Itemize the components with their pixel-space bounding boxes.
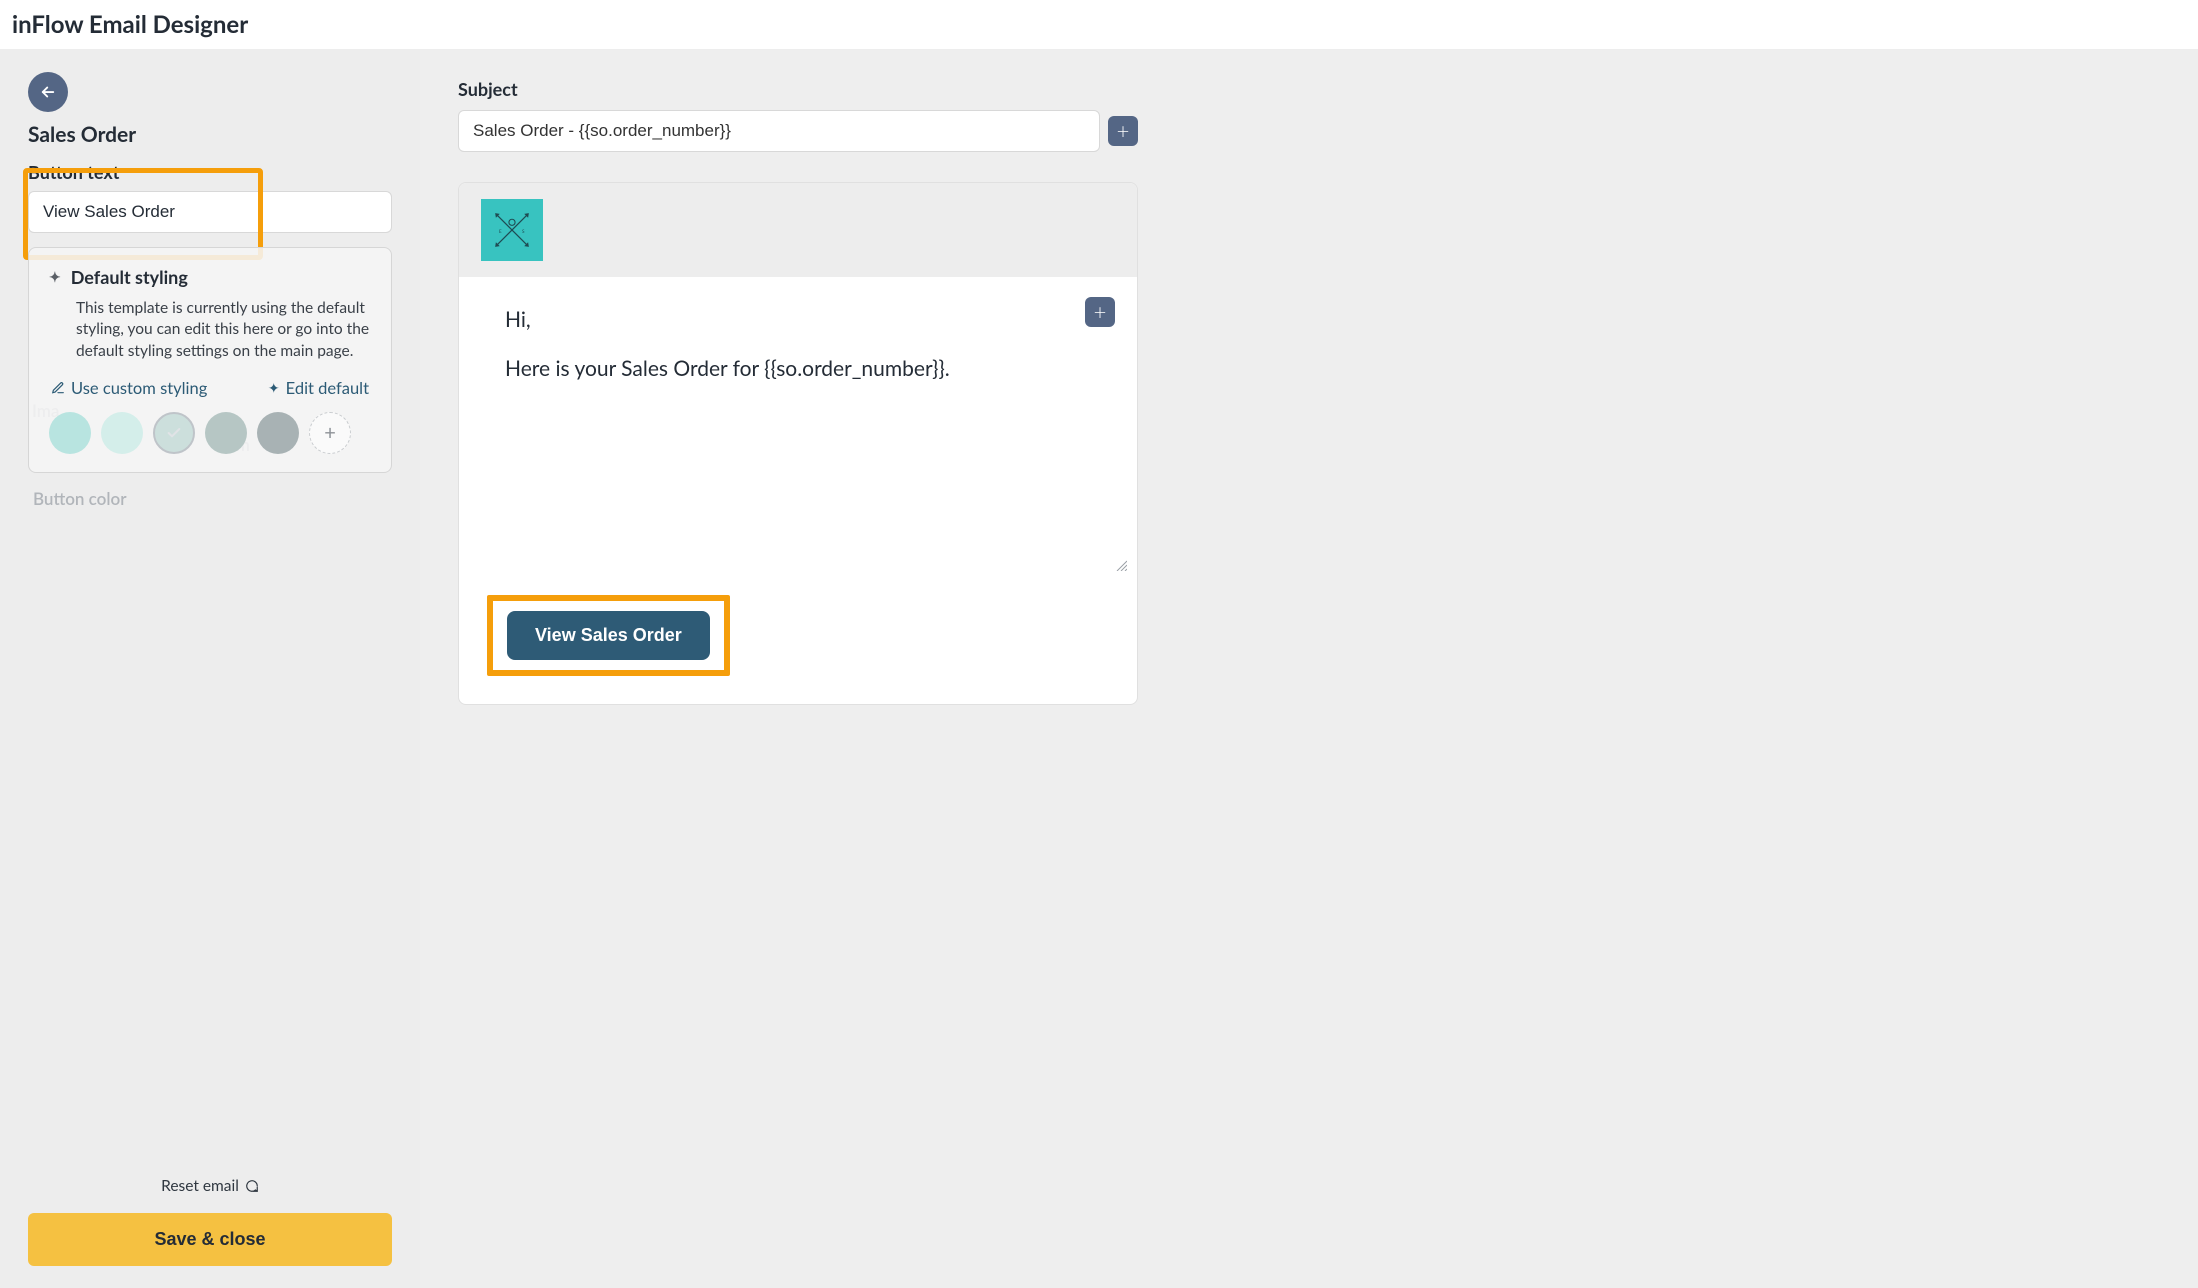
company-logo: E S	[481, 199, 543, 261]
sparkle-icon: ✦	[268, 379, 280, 397]
greeting-text: Hi,	[505, 307, 1091, 332]
subject-label: Subject	[458, 78, 1138, 100]
ghost-label-button-color: Button color	[33, 488, 127, 509]
sidebar-footer: Reset email Save & close	[28, 1177, 392, 1266]
insert-variable-body[interactable]: +	[1085, 297, 1115, 327]
save-close-button[interactable]: Save & close	[28, 1213, 392, 1266]
template-name: Sales Order	[28, 122, 392, 147]
custom-styling-link[interactable]: Use custom styling	[51, 378, 207, 398]
swatch-2[interactable]	[101, 412, 143, 454]
svg-text:E: E	[499, 228, 502, 234]
custom-styling-label: Use custom styling	[71, 378, 207, 398]
edit-default-label: Edit default	[286, 378, 369, 398]
check-icon	[166, 425, 182, 441]
back-button[interactable]	[28, 72, 68, 112]
email-header: E S	[459, 183, 1137, 277]
sparkle-icon: ✦	[49, 268, 61, 286]
insert-variable-subject[interactable]: +	[1108, 116, 1138, 146]
swatch-3-selected[interactable]	[153, 412, 195, 454]
edit-default-link[interactable]: ✦ Edit default	[268, 378, 369, 398]
button-text-label: Button text	[28, 161, 392, 183]
swatch-1[interactable]	[49, 412, 91, 454]
email-preview-card: E S + Hi, Here is your Sales Order for {…	[458, 182, 1138, 705]
preview-canvas: Subject + E S	[420, 50, 2198, 1288]
styling-title-row: ✦ Default styling	[49, 266, 371, 288]
body-line: Here is your Sales Order for {{so.order_…	[505, 356, 1091, 381]
resize-handle-icon[interactable]	[1115, 559, 1127, 571]
swatch-5[interactable]	[257, 412, 299, 454]
arrow-left-icon	[39, 83, 57, 101]
cta-button[interactable]: View Sales Order	[507, 611, 710, 660]
reset-label: Reset email	[161, 1177, 239, 1195]
reset-email-link[interactable]: Reset email	[161, 1177, 259, 1195]
pencil-icon	[51, 381, 65, 395]
app-header: inFlow Email Designer	[0, 0, 2198, 50]
subject-row: +	[458, 110, 1138, 152]
swatch-4[interactable]	[205, 412, 247, 454]
email-body[interactable]: + Hi, Here is your Sales Order for {{so.…	[459, 277, 1137, 577]
button-text-input[interactable]	[28, 191, 392, 233]
plus-icon: +	[324, 421, 336, 445]
logo-crossed-arrows-icon: E S	[489, 207, 535, 253]
color-swatches: +	[49, 412, 371, 454]
refresh-icon	[245, 1179, 259, 1193]
styling-description: This template is currently using the def…	[76, 298, 371, 362]
main-area: Sales Order Button text Ima ium Button c…	[0, 50, 2198, 1288]
svg-text:S: S	[522, 228, 525, 234]
styling-panel: ✦ Default styling This template is curre…	[28, 247, 392, 473]
cta-wrap: View Sales Order	[459, 577, 1137, 704]
subject-input[interactable]	[458, 110, 1100, 152]
sidebar: Sales Order Button text Ima ium Button c…	[0, 50, 420, 1288]
annotation-highlight-cta: View Sales Order	[487, 595, 730, 676]
subject-block: Subject +	[458, 78, 1138, 152]
styling-links: Use custom styling ✦ Edit default	[49, 378, 371, 398]
styling-title: Default styling	[71, 266, 188, 288]
app-title: inFlow Email Designer	[12, 10, 2182, 39]
add-swatch[interactable]: +	[309, 412, 351, 454]
